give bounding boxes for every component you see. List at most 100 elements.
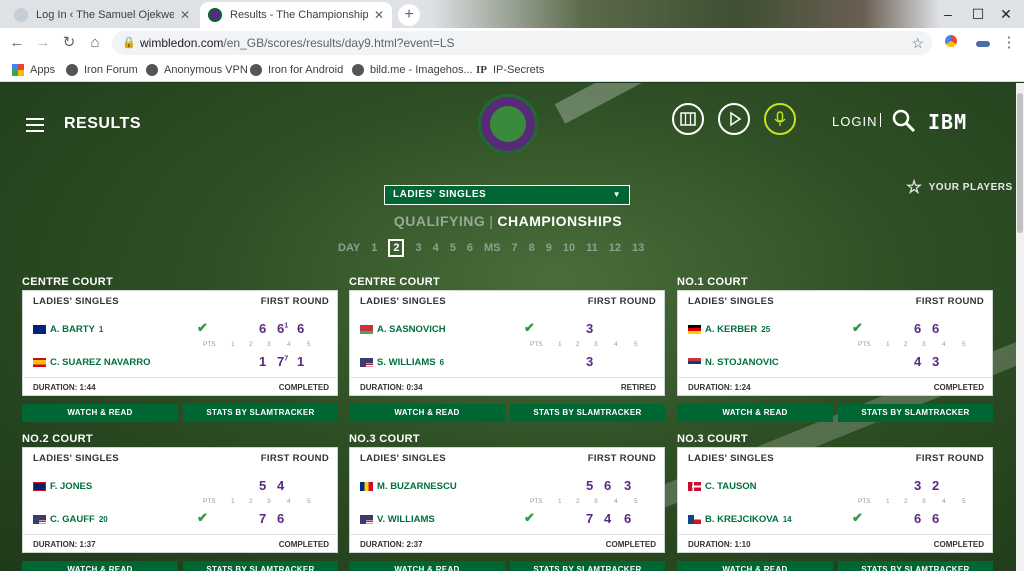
close-icon[interactable]: ✕ (374, 8, 384, 22)
match-status: COMPLETED (278, 540, 329, 549)
url-input[interactable]: 🔒 wimbledon.com/en_GB/scores/results/day… (112, 31, 932, 55)
player-name[interactable]: N. STOJANOVIC (705, 357, 779, 368)
watch-read-button[interactable]: WATCH & READ (349, 561, 505, 571)
bookmark-iron-android[interactable]: Iron for Android (250, 62, 343, 78)
day-item-13[interactable]: 13 (632, 242, 644, 254)
day-item-7[interactable]: 7 (511, 242, 517, 254)
set-label: 4 (942, 498, 946, 505)
set-label: 4 (287, 341, 291, 348)
flag-usa-icon (360, 357, 373, 367)
browser-tab-login[interactable]: Log In ‹ The Samuel Ojekwe Blog ✕ (6, 2, 198, 28)
browser-theme-image (430, 0, 940, 28)
scrollbar-thumb[interactable] (1017, 93, 1023, 233)
window-close-icon[interactable]: ✕ (986, 0, 1024, 28)
match-header: LADIES' SINGLES FIRST ROUND (33, 296, 329, 307)
match-card[interactable]: LADIES' SINGLES FIRST ROUND A. SASNOVICH ✔ 3… (349, 290, 665, 396)
slamtracker-stats-button[interactable]: STATS BY SLAMTRACKER (183, 404, 338, 422)
watch-read-button[interactable]: WATCH & READ (349, 404, 505, 422)
player-name[interactable]: M. BUZARNESCU (377, 481, 457, 492)
home-icon[interactable]: ⌂ (84, 32, 106, 54)
watch-read-button[interactable]: WATCH & READ (677, 404, 833, 422)
browser-tab-results[interactable]: Results - The Championships, Wi ✕ (200, 2, 392, 28)
slamtracker-stats-button[interactable]: STATS BY SLAMTRACKER (510, 404, 665, 422)
set-label: 4 (614, 341, 618, 348)
day-item-6[interactable]: 6 (467, 242, 473, 254)
round-name: FIRST ROUND (260, 296, 329, 307)
event-select[interactable]: LADIES' SINGLES ▼ (384, 185, 630, 205)
match-duration: DURATION: 2:37 (360, 540, 423, 549)
day-item-5[interactable]: 5 (450, 242, 456, 254)
event-name: LADIES' SINGLES (360, 296, 446, 307)
player-name[interactable]: A. BARTY (50, 324, 95, 335)
slamtracker-stats-button[interactable]: STATS BY SLAMTRACKER (838, 561, 993, 571)
player-name[interactable]: A. KERBER (705, 324, 757, 335)
bookmark-ip-secrets[interactable]: IP IP-Secrets (476, 62, 544, 78)
dropdown-arrow-icon: ▼ (612, 190, 621, 199)
profile-avatar[interactable] (972, 32, 994, 54)
set-label: 2 (249, 498, 253, 505)
day-item-4[interactable]: 4 (433, 242, 439, 254)
forward-arrow-icon[interactable]: → (32, 32, 54, 54)
back-arrow-icon[interactable]: ← (6, 32, 28, 54)
day-item-8[interactable]: 8 (529, 242, 535, 254)
tab-qualifying[interactable]: QUALIFYING (394, 213, 485, 229)
day-item-3[interactable]: 3 (415, 242, 421, 254)
ibm-logo[interactable]: IBM (928, 110, 967, 134)
bookmark-star-icon[interactable]: ☆ (911, 31, 924, 55)
extension-icon[interactable] (940, 32, 962, 54)
match-card[interactable]: LADIES' SINGLES FIRST ROUND C. TAUSON 3 2 B. … (677, 447, 993, 553)
bookmark-bild-me[interactable]: bild.me - Imagehos... (352, 62, 473, 78)
slamtracker-stats-button[interactable]: STATS BY SLAMTRACKER (510, 561, 665, 571)
search-icon[interactable] (892, 109, 916, 138)
bookmark-apps[interactable]: Apps (12, 62, 55, 78)
close-icon[interactable]: ✕ (180, 8, 190, 22)
player-name[interactable]: B. KREJCIKOVA (705, 514, 779, 525)
wimbledon-logo[interactable] (478, 94, 538, 154)
bookmark-iron-forum[interactable]: Iron Forum (66, 62, 138, 78)
watch-read-button[interactable]: WATCH & READ (22, 561, 178, 571)
match-card[interactable]: LADIES' SINGLES FIRST ROUND F. JONES 5 4 C. G… (22, 447, 338, 553)
menu-kebab-icon[interactable]: ⋮ (998, 32, 1020, 54)
player-name[interactable]: F. JONES (50, 481, 92, 492)
player-name[interactable]: C. SUAREZ NAVARRO (50, 357, 150, 368)
match-card[interactable]: LADIES' SINGLES FIRST ROUND A. BARTY 1 ✔ 6 61 6… (22, 290, 338, 396)
new-tab-button[interactable]: + (398, 4, 420, 26)
hamburger-menu-icon[interactable] (26, 118, 44, 132)
watch-read-button[interactable]: WATCH & READ (677, 561, 833, 571)
day-item-12[interactable]: 12 (609, 242, 621, 254)
player-row: A. SASNOVICH ✔ 3 (360, 320, 656, 336)
player-name[interactable]: C. GAUFF (50, 514, 95, 525)
bookmark-anonymous-vpn[interactable]: Anonymous VPN (146, 62, 248, 78)
radio-button[interactable] (764, 103, 796, 135)
day-item-ms[interactable]: MS (484, 242, 501, 254)
page-scrollbar[interactable] (1016, 83, 1024, 571)
video-play-button[interactable] (718, 103, 750, 135)
player-name[interactable]: V. WILLIAMS (377, 514, 435, 525)
match-header: LADIES' SINGLES FIRST ROUND (360, 453, 656, 464)
set-score: 5 (259, 478, 267, 493)
tab-championships[interactable]: CHAMPIONSHIPS (497, 213, 622, 229)
player-name[interactable]: A. SASNOVICH (377, 324, 446, 335)
day-item-2[interactable]: 2 (388, 239, 405, 257)
day-item-10[interactable]: 10 (563, 242, 575, 254)
your-players-button[interactable]: ☆ YOUR PLAYERS (906, 177, 1013, 198)
player-name[interactable]: S. WILLIAMS (377, 357, 436, 368)
player-name[interactable]: C. TAUSON (705, 481, 757, 492)
day-item-1[interactable]: 1 (371, 242, 377, 254)
flag-srb-icon (688, 357, 701, 367)
player-row: C. SUAREZ NAVARRO 1 77 1 (33, 354, 329, 369)
match-card[interactable]: LADIES' SINGLES FIRST ROUND A. KERBER 25 ✔ 6 6… (677, 290, 993, 396)
set-score: 6 (277, 511, 285, 526)
login-link[interactable]: LOGIN (832, 114, 877, 129)
slamtracker-stats-button[interactable]: STATS BY SLAMTRACKER (183, 561, 338, 571)
flag-aus-icon (33, 324, 46, 334)
day-item-9[interactable]: 9 (546, 242, 552, 254)
watch-read-button[interactable]: WATCH & READ (22, 404, 178, 422)
scores-board-button[interactable] (672, 103, 704, 135)
slamtracker-stats-button[interactable]: STATS BY SLAMTRACKER (838, 404, 993, 422)
lock-icon: 🔒 (122, 37, 136, 49)
reload-icon[interactable]: ↻ (58, 32, 80, 54)
match-card[interactable]: LADIES' SINGLES FIRST ROUND M. BUZARNESCU 5… (349, 447, 665, 553)
day-item-11[interactable]: 11 (586, 242, 598, 254)
globe-icon (250, 64, 262, 76)
